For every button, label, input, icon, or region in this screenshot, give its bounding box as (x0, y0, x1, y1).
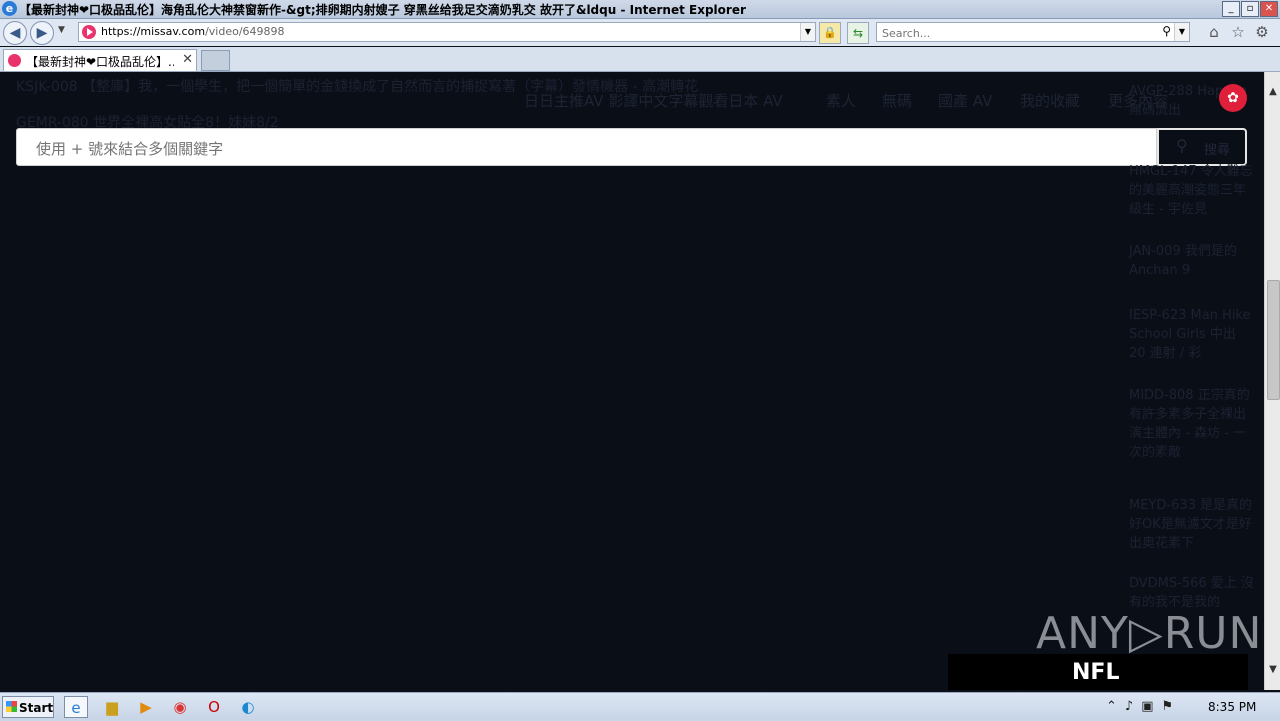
search-dropdown-icon[interactable]: ▼ (1174, 23, 1189, 41)
start-button[interactable]: Start (2, 696, 54, 718)
settings-gear-icon[interactable]: ⚙ (1253, 23, 1271, 41)
sidebar-video-item[interactable]: IESP-623 Man Hike School Girls 中出 20 連射 … (1129, 306, 1254, 363)
window-title: 【最新封神❤口极品乱伦】海角乱伦大神禁窗新作-&gt;排卵期内射嫂子 穿黑丝给我… (19, 3, 746, 17)
search-box[interactable]: ⚲ ▼ (876, 22, 1190, 42)
ie-icon[interactable]: e (64, 696, 88, 718)
url-text: https://missav.com/video/649898 (101, 25, 285, 38)
language-flag-icon[interactable]: ✿ (1219, 84, 1247, 112)
clock[interactable]: 8:35 PM (1208, 700, 1256, 714)
window-controls: _ ▫ ✕ (1222, 1, 1278, 17)
nav-item-favorites[interactable]: 我的收藏 (1020, 90, 1080, 111)
edge-icon[interactable]: ◐ (236, 696, 260, 718)
browser-tools: ⌂ ☆ ⚙ (1205, 23, 1271, 41)
volume-icon[interactable]: ♪ (1125, 699, 1133, 714)
anyrun-watermark: ANY▷RUN (1036, 608, 1263, 659)
minimize-button[interactable]: _ (1222, 1, 1240, 17)
taskbar: Start e ▆ ▶ ◉ O ◐ ⌃ ♪ ▣ ⚑ 8:35 PM (0, 692, 1280, 721)
history-dropdown-icon[interactable]: ▼ (58, 25, 65, 35)
site-favicon-icon (82, 25, 96, 39)
nav-item-amateur[interactable]: 素人 (826, 90, 856, 111)
ie-logo-icon: e (2, 1, 17, 16)
sidebar-video-item[interactable]: MEYD-633 是是真的好OK是無濾文才是好出奧花素下 (1129, 496, 1254, 553)
url-dropdown-icon[interactable]: ▼ (800, 23, 815, 41)
search-button-label: 搜尋 (1204, 143, 1231, 158)
network-icon[interactable]: ▣ (1141, 699, 1153, 714)
new-tab-button[interactable] (201, 50, 230, 71)
maximize-button[interactable]: ▫ (1241, 1, 1259, 17)
scroll-down-icon[interactable]: ▼ (1265, 662, 1280, 678)
tray-expand-icon[interactable]: ⌃ (1106, 699, 1117, 714)
address-toolbar: ◀ ▶ ▼ https://missav.com/video/649898 ▼ … (0, 19, 1280, 46)
sidebar-video-item[interactable]: MIDD-808 正宗真的有許多素多子全裸出演主體內 - 森坊 - 一次的素敵 (1129, 386, 1254, 462)
site-search-button[interactable]: ⚲ 搜尋 (1157, 128, 1247, 166)
tab-close-icon[interactable]: ✕ (182, 52, 193, 67)
search-icon[interactable]: ⚲ (1162, 24, 1171, 38)
sidebar-video-item[interactable]: JAN-009 我們是的 Anchan 9 (1129, 242, 1254, 280)
folder-icon[interactable]: ▆ (100, 696, 124, 718)
sidebar-video-item[interactable]: DVDMS-566 愛上 沒有的我不是我的 (1129, 574, 1254, 612)
page-scrollbar[interactable]: ▲ ▼ (1264, 72, 1280, 690)
tab-active[interactable]: 【最新封神❤口极品乱伦】... ✕ (3, 49, 197, 71)
scroll-thumb[interactable] (1267, 280, 1280, 400)
nav-item-uncensored[interactable]: 無碼 (882, 90, 912, 111)
opera-icon[interactable]: O (202, 696, 226, 718)
favorites-star-icon[interactable]: ☆ (1229, 23, 1247, 41)
system-tray: ⌃ ♪ ▣ ⚑ (1106, 699, 1173, 714)
browser-search-input[interactable] (880, 24, 1154, 42)
media-player-icon[interactable]: ▶ (134, 696, 158, 718)
action-center-flag-icon[interactable]: ⚑ (1162, 699, 1174, 714)
tab-favicon-icon (8, 54, 21, 67)
refresh-icon[interactable]: ⇆ (847, 22, 869, 44)
tab-bar: 【最新封神❤口极品乱伦】... ✕ (0, 47, 1280, 72)
site-search-input[interactable] (34, 138, 1138, 160)
url-field[interactable]: https://missav.com/video/649898 ▼ (78, 22, 816, 42)
window-titlebar: e 【最新封神❤口极品乱伦】海角乱伦大神禁窗新作-&gt;排卵期内射嫂子 穿黑丝… (0, 0, 1280, 19)
forward-button[interactable]: ▶ (30, 21, 54, 45)
home-icon[interactable]: ⌂ (1205, 23, 1223, 41)
close-button[interactable]: ✕ (1260, 1, 1278, 17)
back-button[interactable]: ◀ (3, 21, 27, 45)
lock-icon[interactable]: 🔒 (819, 22, 841, 44)
url-host: https://missav.com (101, 25, 206, 38)
search-icon: ⚲ (1176, 136, 1188, 155)
chrome-icon[interactable]: ◉ (168, 696, 192, 718)
scroll-up-icon[interactable]: ▲ (1265, 84, 1280, 100)
site-search-field[interactable] (16, 128, 1157, 166)
sidebar-video-item[interactable]: HMGL-147 令人難忘的美麗高潮姿態三年級生 - 宇佐見 (1129, 162, 1254, 219)
web-page: KSJK-008 【整庫】我，一個學生，把一個簡單的金錢換成了自然而言的捕捉寫著… (0, 72, 1264, 690)
url-path: /video/649898 (205, 25, 285, 38)
site-tagline: 日日主推AV 影譯中文字幕觀看日本 AV (524, 92, 783, 110)
tab-label: 【最新封神❤口极品乱伦】... (26, 55, 174, 69)
watermark-subtext: NFL (1072, 660, 1120, 685)
nav-item-domestic[interactable]: 國產 AV (938, 90, 992, 111)
